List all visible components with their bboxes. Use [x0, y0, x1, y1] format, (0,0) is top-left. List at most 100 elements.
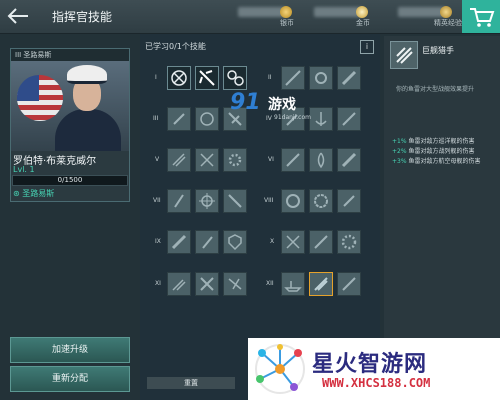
crossed-shells-icon	[200, 153, 214, 167]
target-icon	[200, 112, 214, 126]
skill-slot[interactable]	[337, 148, 361, 172]
skill-slot[interactable]	[281, 148, 305, 172]
tier-label: X	[270, 238, 275, 245]
crossed-tools-icon	[171, 70, 187, 86]
skill-slot[interactable]	[223, 66, 247, 90]
skill-slot[interactable]	[223, 230, 247, 254]
skill-slot[interactable]	[167, 230, 191, 254]
shell-icon	[343, 195, 355, 207]
gear-icon	[341, 234, 357, 250]
skill-slot[interactable]	[309, 230, 333, 254]
learned-count: 已学习0/1个技能	[145, 42, 206, 51]
watermark-xhcs188: 星火智游网 WWW.XHCS188.COM	[248, 338, 500, 400]
skill-slot[interactable]	[337, 189, 361, 213]
reassign-button[interactable]: 重新分配	[10, 366, 130, 392]
aircraft-icon	[228, 194, 242, 208]
skill-slot[interactable]	[223, 148, 247, 172]
torpedo-icon	[171, 234, 187, 250]
radar-icon	[286, 153, 300, 167]
skill-slot[interactable]	[167, 107, 191, 131]
tier-label: VI	[268, 156, 274, 163]
reset-button[interactable]: 重置	[147, 377, 235, 389]
gear-icon	[228, 153, 242, 167]
cart-icon	[470, 8, 495, 27]
commander-ship-header: III 圣路易斯	[11, 49, 129, 61]
gear-icon	[314, 194, 328, 208]
skill-slot[interactable]	[337, 107, 361, 131]
commander-ship-label: ⊛ 圣路易斯	[13, 189, 55, 198]
network-logo-icon	[255, 344, 305, 394]
missile-icon	[342, 112, 356, 126]
skill-slot[interactable]	[167, 66, 191, 90]
bomb-icon	[341, 152, 357, 168]
skill-slot[interactable]	[309, 148, 333, 172]
tier-label: III	[153, 115, 159, 122]
skill-slot[interactable]	[337, 272, 361, 296]
rocket-icon	[314, 235, 328, 249]
tier-label: IX	[155, 238, 161, 245]
gun-icon	[285, 70, 301, 86]
giant-hunter-icon	[390, 41, 418, 69]
tier-label: XI	[155, 280, 161, 287]
skill-slot[interactable]	[337, 230, 361, 254]
skill-bonus: +2% 鱼雷对敌方战列舰的伤害	[392, 148, 475, 155]
skill-name: 巨舰猎手	[422, 46, 454, 55]
skill-slot[interactable]	[195, 66, 219, 90]
target-icon	[342, 277, 356, 291]
aircraft-icon	[228, 278, 242, 290]
info-button[interactable]: i	[360, 40, 374, 54]
tier-label: I	[155, 74, 157, 81]
skill-slot[interactable]	[309, 66, 333, 90]
shell-icon	[202, 236, 213, 249]
crossed-tools-icon	[200, 277, 214, 291]
skill-slot[interactable]	[223, 189, 247, 213]
xp-progress-bar: 0/1500	[12, 175, 128, 186]
back-arrow-icon[interactable]	[6, 6, 30, 26]
gold-coin-icon	[356, 6, 368, 18]
gear-icon	[315, 72, 327, 84]
skill-slot[interactable]	[195, 230, 219, 254]
torpedo-icon	[341, 70, 357, 86]
skill-slot[interactable]	[337, 66, 361, 90]
skill-slot[interactable]	[195, 189, 219, 213]
skill-slot[interactable]	[309, 189, 333, 213]
page-title: 指挥官技能	[52, 10, 113, 24]
accelerate-button[interactable]: 加速升级	[10, 337, 130, 363]
tier-label: XII	[266, 280, 274, 287]
plane-icon	[199, 70, 215, 86]
tier-label: V	[155, 156, 160, 163]
skill-bonus: +3% 鱼雷对敌方航空母舰的伤害	[392, 158, 481, 165]
skill-slot[interactable]	[281, 189, 305, 213]
skill-slot[interactable]	[195, 148, 219, 172]
gears-icon	[227, 70, 244, 86]
skill-slot[interactable]	[281, 230, 305, 254]
guns-icon	[172, 153, 186, 167]
skill-slot[interactable]	[281, 272, 305, 296]
skill-slot[interactable]	[223, 272, 247, 296]
shield-icon	[228, 234, 242, 251]
shell-icon	[173, 113, 185, 125]
skill-slot[interactable]	[195, 272, 219, 296]
commander-portrait	[11, 61, 129, 151]
watermark-91danji: 91 游戏 91danji.com	[230, 90, 311, 121]
tier-label: VIII	[264, 197, 274, 204]
skill-slot[interactable]	[167, 148, 191, 172]
skill-slot[interactable]	[281, 66, 305, 90]
fire-icon	[317, 152, 325, 169]
tier-label: VII	[153, 197, 161, 204]
periscope-icon	[174, 194, 184, 208]
commander-level: Lvl. 1	[13, 165, 35, 174]
shop-button[interactable]	[462, 0, 500, 33]
anti-air-icon	[172, 279, 186, 291]
top-bar: 指挥官技能 银币 金币 精英经验	[0, 0, 500, 34]
skill-slot[interactable]	[167, 272, 191, 296]
skill-slot-selected[interactable]	[309, 272, 333, 296]
skill-slot[interactable]	[167, 189, 191, 213]
skill-bonus: +1% 鱼雷对敌方巡洋舰的伤害	[392, 138, 475, 145]
tier-label: II	[268, 74, 272, 81]
skill-slot[interactable]	[195, 107, 219, 131]
elite-xp-icon	[440, 6, 452, 18]
gear-icon	[286, 194, 300, 208]
target-icon	[199, 193, 215, 209]
skill-description: 你的鱼雷对大型战舰效果提升	[396, 86, 475, 93]
